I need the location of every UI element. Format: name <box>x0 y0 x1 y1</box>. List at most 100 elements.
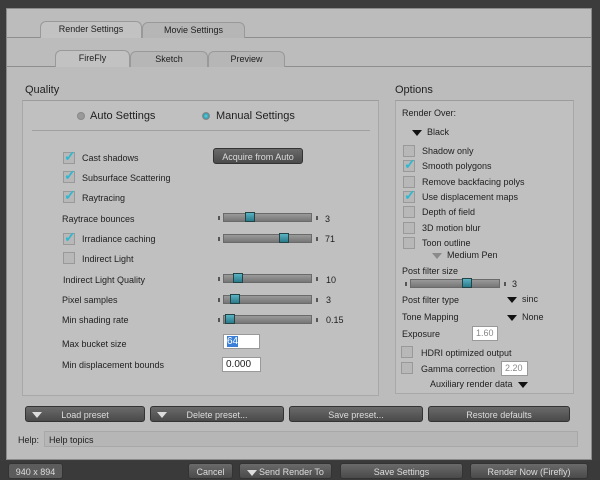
tone-mapping-dropdown[interactable]: None <box>507 312 544 322</box>
dropdown-arrow-icon <box>247 469 258 476</box>
indirect-quality-label: Indirect Light Quality <box>63 275 146 285</box>
acquire-from-auto-button[interactable]: Acquire from Auto <box>213 148 303 164</box>
option-label: Smooth polygons <box>422 161 492 172</box>
dropdown-arrow-icon <box>412 129 422 136</box>
delete-preset-button[interactable]: Delete preset... <box>150 406 284 422</box>
tab-firefly[interactable]: FireFly <box>55 50 130 67</box>
save-settings-button[interactable]: Save Settings <box>340 463 463 479</box>
subsurface-label: Subsurface Scattering <box>82 173 171 183</box>
send-render-to-label: Send Render To <box>259 467 324 477</box>
slider-track[interactable] <box>410 279 500 288</box>
slider-thumb[interactable] <box>279 233 290 243</box>
toon-pen-dropdown[interactable]: Medium Pen <box>432 250 498 260</box>
slider-max-marker <box>316 216 318 220</box>
option-label: Remove backfacing polys <box>422 176 525 187</box>
save-preset-button[interactable]: Save preset... <box>289 406 423 422</box>
tone-mapping-value: None <box>522 312 544 322</box>
raytracing-checkbox[interactable] <box>63 187 76 204</box>
aux-label: Auxiliary render data <box>430 379 513 389</box>
post-filter-type-value: sinc <box>522 294 539 304</box>
option-label: Use displacement maps <box>422 191 519 202</box>
manual-settings-label: Manual Settings <box>216 110 295 122</box>
slider-min-marker <box>218 237 220 241</box>
post-filter-size-label: Post filter size <box>402 266 459 276</box>
min-disp-label: Min displacement bounds <box>62 360 165 370</box>
option-checkbox[interactable] <box>403 145 415 157</box>
hdri-checkbox[interactable] <box>401 346 413 358</box>
option-checkbox[interactable] <box>403 175 415 188</box>
exposure-input[interactable]: 1.60 <box>472 326 498 341</box>
tab-preview[interactable]: Preview <box>208 51 285 67</box>
gamma-checkbox[interactable] <box>401 362 413 374</box>
slider-max-marker <box>316 298 318 302</box>
dropdown-arrow-icon <box>518 381 529 388</box>
tab-render-settings[interactable]: Render Settings <box>40 21 142 38</box>
slider-min-marker <box>218 216 220 220</box>
pen-value: Medium Pen <box>447 250 498 260</box>
help-field[interactable]: Help topics <box>44 431 578 447</box>
help-topics-link[interactable]: Help topics <box>49 435 94 445</box>
irradiance-checkbox[interactable] <box>63 229 76 246</box>
restore-defaults-button[interactable]: Restore defaults <box>428 406 570 422</box>
quality-panel <box>22 100 379 396</box>
option-label: Depth of field <box>422 207 476 218</box>
slider-min-marker <box>405 282 407 286</box>
max-bucket-input[interactable]: 64 <box>223 334 260 349</box>
gamma-input[interactable]: 2.20 <box>501 361 528 376</box>
render-now-button[interactable]: Render Now (Firefly) <box>470 463 588 479</box>
dropdown-arrow-icon <box>157 412 167 418</box>
dropdown-arrow-icon <box>507 296 517 303</box>
pixel-samples-value: 3 <box>326 295 332 305</box>
slider-track[interactable] <box>223 315 312 324</box>
auto-settings-radio[interactable] <box>77 112 85 120</box>
max-bucket-label: Max bucket size <box>62 339 127 349</box>
option-label: Shadow only <box>422 146 474 156</box>
load-preset-label: Load preset <box>61 410 109 420</box>
exposure-label: Exposure <box>402 329 441 339</box>
render-size-button[interactable]: 940 x 894 <box>8 463 63 479</box>
option-checkbox[interactable] <box>403 156 416 173</box>
indirect-light-label: Indirect Light <box>82 254 134 264</box>
slider-max-marker <box>504 282 506 286</box>
load-preset-button[interactable]: Load preset <box>25 406 145 422</box>
send-render-to-button[interactable]: Send Render To <box>239 463 332 479</box>
option-label: 3D motion blur <box>422 222 481 233</box>
tab-movie-settings[interactable]: Movie Settings <box>142 22 245 38</box>
help-label: Help: <box>18 435 40 445</box>
slider-max-marker <box>316 277 318 281</box>
slider-thumb[interactable] <box>245 212 256 222</box>
options-heading: Options <box>395 84 433 96</box>
option-checkbox[interactable] <box>403 187 416 204</box>
render-over-label: Render Over: <box>402 108 457 118</box>
render-over-dropdown[interactable]: Black <box>412 127 449 137</box>
option-checkbox[interactable] <box>403 206 415 219</box>
option-checkbox[interactable] <box>403 221 415 234</box>
subsurface-checkbox[interactable] <box>63 167 76 184</box>
cancel-button[interactable]: Cancel <box>188 463 233 479</box>
option-label: Toon outline <box>422 237 471 248</box>
slider-track[interactable] <box>223 234 312 243</box>
cast-shadows-label: Cast shadows <box>82 153 139 163</box>
post-filter-size-value: 3 <box>512 279 518 289</box>
slider-thumb[interactable] <box>233 273 244 283</box>
slider-thumb[interactable] <box>225 314 236 324</box>
min-disp-input[interactable]: 0.000 <box>222 357 261 372</box>
indirect-light-checkbox[interactable] <box>63 252 75 264</box>
slider-max-marker <box>316 318 318 322</box>
option-checkbox[interactable] <box>403 236 415 249</box>
slider-track[interactable] <box>223 213 312 222</box>
raytrace-bounces-value: 3 <box>325 214 331 224</box>
slider-thumb[interactable] <box>462 278 472 288</box>
irradiance-value: 71 <box>325 234 336 244</box>
cast-shadows-checkbox[interactable] <box>63 148 76 165</box>
slider-min-marker <box>218 298 220 302</box>
irradiance-label: Irradiance caching <box>82 234 156 244</box>
min-shading-value: 0.15 <box>326 315 344 325</box>
slider-thumb[interactable] <box>230 294 241 304</box>
gamma-label: Gamma correction <box>421 364 496 374</box>
render-over-value: Black <box>427 127 450 137</box>
post-filter-type-dropdown[interactable]: sinc <box>507 294 538 304</box>
manual-settings-radio[interactable] <box>202 112 210 120</box>
tab-sketch[interactable]: Sketch <box>130 51 208 67</box>
auxiliary-render-data-dropdown[interactable]: Auxiliary render data <box>430 379 533 389</box>
